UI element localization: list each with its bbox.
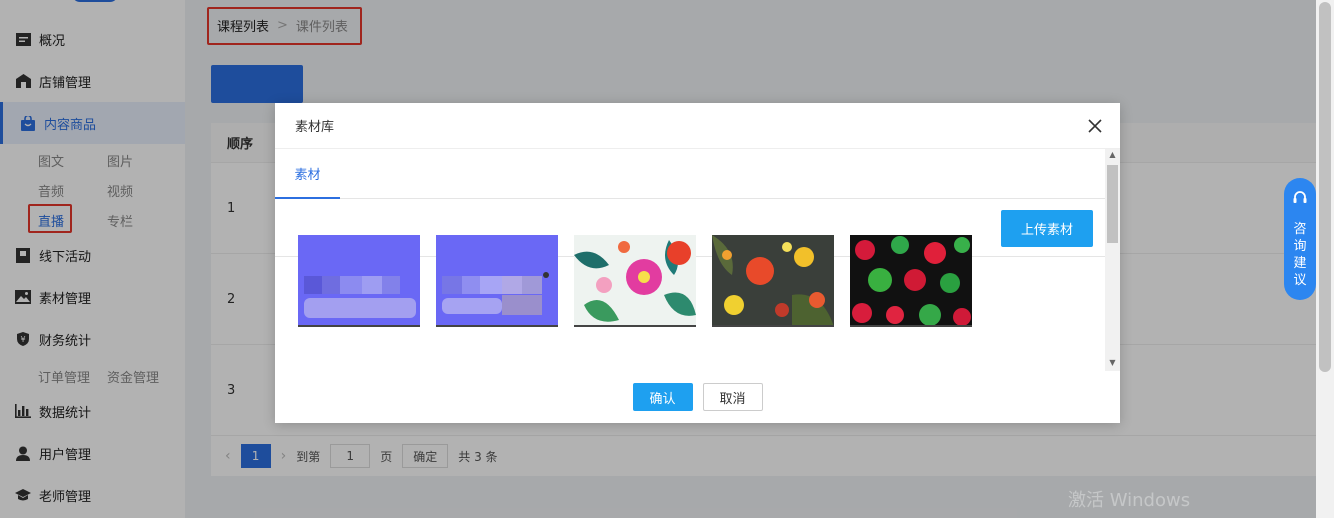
- material-library-dialog: 素材库 素材 上传素材 ▲ ▼ 确认 取消: [275, 103, 1120, 423]
- dialog-header: 素材库: [275, 103, 1120, 149]
- dialog-scrollbar-thumb[interactable]: [1107, 165, 1118, 243]
- scrollbar-thumb[interactable]: [1319, 2, 1331, 372]
- material-thumbnail[interactable]: [850, 235, 972, 327]
- scroll-down-icon[interactable]: ▼: [1105, 357, 1120, 369]
- material-thumbnail[interactable]: [712, 235, 834, 327]
- cancel-button[interactable]: 取消: [702, 383, 763, 411]
- help-char: 议: [1293, 273, 1307, 288]
- consult-suggest-button[interactable]: 咨 询 建 议: [1284, 178, 1316, 300]
- dialog-scrollbar[interactable]: ▲ ▼: [1105, 149, 1120, 371]
- help-char: 建: [1293, 256, 1307, 271]
- material-thumbnail[interactable]: [574, 235, 696, 327]
- material-thumbnail[interactable]: [298, 235, 420, 327]
- help-char: 询: [1293, 239, 1307, 254]
- dialog-title: 素材库: [295, 120, 335, 135]
- dialog-footer: 确认 取消: [275, 371, 1120, 423]
- scroll-up-icon[interactable]: ▲: [1105, 149, 1120, 161]
- confirm-button[interactable]: 确认: [632, 383, 693, 411]
- dialog-tabs: 素材: [275, 149, 1105, 199]
- headset-icon: [1292, 190, 1308, 211]
- upload-material-button[interactable]: 上传素材: [1001, 210, 1093, 247]
- windows-activation-watermark: 激活 Windows: [1068, 490, 1191, 511]
- tab-material[interactable]: 素材: [275, 149, 340, 199]
- material-thumbnail[interactable]: [436, 235, 558, 327]
- help-char: 咨: [1293, 222, 1307, 237]
- material-grid: [298, 235, 972, 327]
- close-icon[interactable]: [1086, 117, 1104, 135]
- page-scrollbar[interactable]: [1316, 0, 1334, 518]
